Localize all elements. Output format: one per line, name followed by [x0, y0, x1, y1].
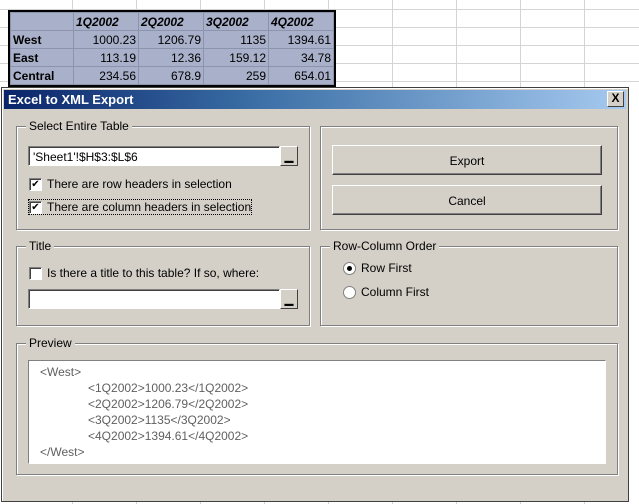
collapse-dialog-icon: ▁ — [284, 151, 294, 163]
row-header[interactable]: East — [10, 48, 74, 67]
title-group: Title Is there a title to this table? If… — [16, 239, 310, 326]
table-cell[interactable]: 1394.61 — [268, 30, 334, 49]
table-corner-cell[interactable] — [10, 12, 74, 31]
group-label: Title — [26, 239, 55, 253]
table-cell[interactable]: 1135 — [203, 30, 269, 49]
column-header[interactable]: 3Q2002 — [203, 12, 269, 31]
checkbox-icon — [29, 266, 42, 280]
preview-line: <West> — [40, 365, 82, 379]
title-range-input[interactable] — [28, 289, 280, 309]
column-header[interactable]: 2Q2002 — [138, 12, 204, 31]
table-cell[interactable]: 34.78 — [268, 48, 334, 67]
close-button[interactable]: X — [607, 91, 624, 107]
row-header[interactable]: West — [10, 30, 74, 49]
export-dialog: Excel to XML Export X Select Entire Tabl… — [1, 87, 629, 502]
export-button[interactable]: Export — [332, 145, 602, 175]
column-first-radio[interactable]: Column First — [343, 285, 429, 299]
row-headers-checkbox[interactable]: ✔ There are row headers in selection — [29, 177, 232, 191]
table-cell[interactable]: 113.19 — [73, 48, 139, 67]
radio-icon — [343, 285, 356, 299]
row-header[interactable]: Central — [10, 66, 74, 85]
column-headers-checkbox[interactable]: ✔ There are column headers in selection — [27, 199, 253, 215]
dialog-title: Excel to XML Export — [8, 92, 134, 107]
selected-data-table[interactable]: 1Q2002 2Q2002 3Q2002 4Q2002 West 1000.23… — [8, 10, 336, 87]
actions-group: Export Cancel — [320, 126, 618, 230]
column-header[interactable]: 1Q2002 — [73, 12, 139, 31]
row-first-radio[interactable]: Row First — [343, 261, 412, 275]
table-header-row: 1Q2002 2Q2002 3Q2002 4Q2002 — [10, 12, 334, 31]
checkmark-icon: ✔ — [29, 177, 42, 191]
radio-selected-icon — [343, 261, 356, 275]
preview-line: <4Q2002>1394.61</4Q2002> — [88, 429, 249, 443]
dialog-titlebar[interactable]: Excel to XML Export — [4, 90, 626, 109]
table-cell[interactable]: 1000.23 — [73, 30, 139, 49]
table-cell[interactable]: 654.01 — [268, 66, 334, 85]
column-first-label: Column First — [361, 285, 430, 299]
has-title-checkbox[interactable]: Is there a title to this table? If so, w… — [29, 266, 259, 280]
table-row: West 1000.23 1206.79 1135 1394.61 — [10, 30, 334, 49]
preview-line: <1Q2002>1000.23</1Q2002> — [88, 381, 249, 395]
table-cell[interactable]: 12.36 — [138, 48, 204, 67]
group-label: Row-Column Order — [330, 239, 440, 253]
group-label: Select Entire Table — [26, 119, 132, 133]
select-table-group: Select Entire Table 'Sheet1'!$H$3:$L$6 ▁… — [16, 119, 310, 230]
preview-line: <3Q2002>1135</3Q2002> — [88, 413, 231, 427]
cancel-button[interactable]: Cancel — [332, 185, 602, 215]
table-range-input[interactable]: 'Sheet1'!$H$3:$L$6 — [28, 146, 280, 166]
order-group: Row-Column Order Row First Column First — [320, 239, 618, 326]
collapse-dialog-icon: ▁ — [284, 294, 294, 306]
row-first-label: Row First — [361, 261, 412, 275]
row-headers-label: There are row headers in selection — [47, 177, 232, 191]
column-headers-label: There are column headers in selection — [47, 200, 252, 214]
table-cell[interactable]: 234.56 — [73, 66, 139, 85]
table-cell[interactable]: 159.12 — [203, 48, 269, 67]
table-cell[interactable]: 259 — [203, 66, 269, 85]
table-cell[interactable]: 678.9 — [138, 66, 204, 85]
preview-line: </West> — [40, 445, 85, 459]
group-label: Preview — [26, 336, 75, 350]
column-header[interactable]: 4Q2002 — [268, 12, 334, 31]
preview-text-area[interactable]: <West> <1Q2002>1000.23</1Q2002> <2Q2002>… — [28, 360, 606, 464]
title-range-picker-button[interactable]: ▁ — [280, 289, 298, 309]
checkmark-icon: ✔ — [29, 200, 42, 214]
has-title-label: Is there a title to this table? If so, w… — [47, 266, 260, 280]
close-icon: X — [611, 91, 620, 105]
table-row: East 113.19 12.36 159.12 34.78 — [10, 48, 334, 67]
table-row: Central 234.56 678.9 259 654.01 — [10, 66, 334, 85]
range-picker-button[interactable]: ▁ — [280, 146, 298, 166]
preview-line: <2Q2002>1206.79</2Q2002> — [88, 397, 249, 411]
table-cell[interactable]: 1206.79 — [138, 30, 204, 49]
